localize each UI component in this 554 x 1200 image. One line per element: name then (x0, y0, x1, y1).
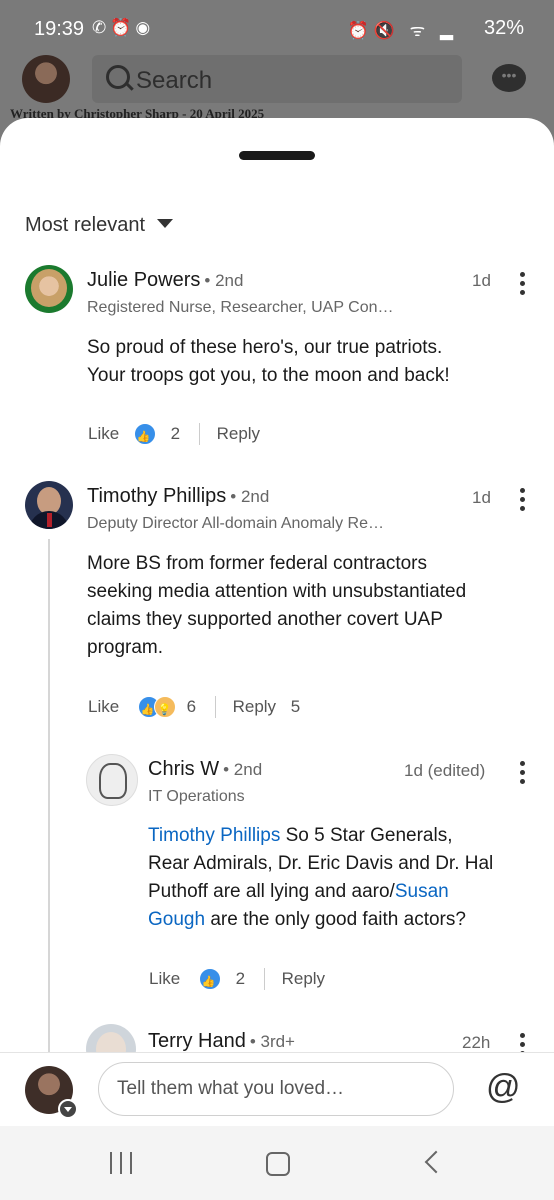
connection-degree: • 2nd (204, 271, 244, 290)
comments-sheet: Most relevant Julie Powers • 2nd Register… (0, 118, 554, 1052)
comment-time: 1d (edited) (404, 761, 486, 780)
caret-down-icon (157, 219, 174, 228)
more-options-icon[interactable] (520, 1033, 526, 1052)
commenter-avatar[interactable] (25, 265, 73, 313)
status-bar: 19:39 ✆⏰◉ ⏰🔇 ᯤ ▂ 32% (0, 0, 554, 56)
connection-degree: • 3rd+ (249, 1032, 295, 1051)
sort-dropdown[interactable]: Most relevant (25, 214, 174, 237)
connection-degree: • 2nd (223, 760, 263, 779)
comment-author[interactable]: Julie Powers • 2nd (87, 269, 243, 292)
author-name[interactable]: Chris W (148, 758, 219, 780)
messaging-icon[interactable]: ••• (492, 64, 526, 92)
author-headline: IT Operations (148, 788, 245, 805)
search-bar[interactable]: Search (92, 55, 462, 103)
search-placeholder: Search (136, 67, 213, 94)
comment-time: 1d (472, 271, 491, 290)
reply-button[interactable]: Reply (282, 967, 325, 991)
mention-link[interactable]: Gough (148, 909, 205, 930)
back-icon[interactable] (424, 1150, 448, 1174)
system-icons: ⏰🔇 ᯤ ▂ (347, 21, 458, 40)
comment-text: So proud of these hero's, our true patri… (87, 337, 450, 386)
mention-link[interactable]: Susan (395, 881, 449, 902)
author-name[interactable]: Terry Hand (148, 1030, 246, 1052)
more-options-icon[interactable] (520, 761, 526, 785)
divider (214, 695, 216, 718)
recents-icon[interactable] (110, 1152, 134, 1174)
comment-author[interactable]: Chris W • 2nd (148, 758, 262, 781)
notification-icons: ✆⏰◉ (92, 18, 155, 37)
reaction-count[interactable]: 2 (236, 967, 245, 991)
comment-text: More BS from former federal contractors … (87, 553, 467, 658)
reply-count[interactable]: 5 (291, 695, 300, 719)
comment-author[interactable]: Timothy Phillips • 2nd (87, 485, 269, 508)
reply-button[interactable]: Reply (233, 695, 276, 719)
like-button[interactable]: Like (88, 422, 119, 446)
drag-handle[interactable] (239, 151, 315, 160)
author-headline: Registered Nurse, Researcher, UAP Con… (87, 299, 394, 316)
mention-button[interactable]: @ (486, 1068, 521, 1107)
divider (198, 422, 200, 445)
commenter-avatar[interactable] (25, 481, 73, 529)
more-options-icon[interactable] (520, 488, 526, 512)
reaction-count[interactable]: 2 (171, 422, 180, 446)
thread-line (48, 539, 50, 1052)
comment-time: 22h (462, 1033, 491, 1052)
home-icon[interactable] (266, 1152, 290, 1176)
like-reaction-icon[interactable] (133, 422, 156, 449)
comment-author[interactable]: Terry Hand • 3rd+ (148, 1030, 295, 1052)
reaction-count[interactable]: 6 (187, 695, 196, 719)
sort-label: Most relevant (25, 214, 146, 236)
system-nav-bar (0, 1126, 554, 1200)
more-options-icon[interactable] (520, 272, 526, 296)
commenter-avatar[interactable] (86, 754, 138, 806)
divider (263, 967, 265, 990)
chevron-down-icon[interactable] (58, 1099, 78, 1119)
status-time: 19:39 (34, 18, 85, 40)
reply-button[interactable]: Reply (217, 422, 260, 446)
comment-input[interactable] (98, 1062, 454, 1116)
commenter-avatar[interactable] (86, 1024, 136, 1052)
profile-avatar[interactable] (22, 55, 70, 103)
comment-actions: Like 2 Reply (149, 966, 325, 994)
mention-link[interactable]: Timothy Phillips (148, 825, 280, 846)
like-reaction-icon[interactable] (198, 967, 221, 994)
connection-degree: • 2nd (230, 487, 270, 506)
comment-composer: @ (0, 1052, 554, 1127)
comment-time: 1d (472, 488, 491, 507)
battery-level: 32% (483, 17, 524, 39)
like-button[interactable]: Like (88, 695, 119, 719)
comment-actions: Like 2 Reply (88, 421, 260, 449)
comment-text: Timothy Phillips So 5 Star Generals, Rea… (148, 825, 494, 930)
insightful-reaction-icon[interactable] (153, 695, 176, 722)
author-name[interactable]: Timothy Phillips (87, 485, 226, 507)
comment-actions: Like 6 Reply 5 (88, 694, 300, 722)
author-headline: Deputy Director All-domain Anomaly Re… (87, 515, 385, 532)
like-button[interactable]: Like (149, 967, 180, 991)
author-name[interactable]: Julie Powers (87, 269, 200, 291)
search-icon (106, 65, 130, 89)
